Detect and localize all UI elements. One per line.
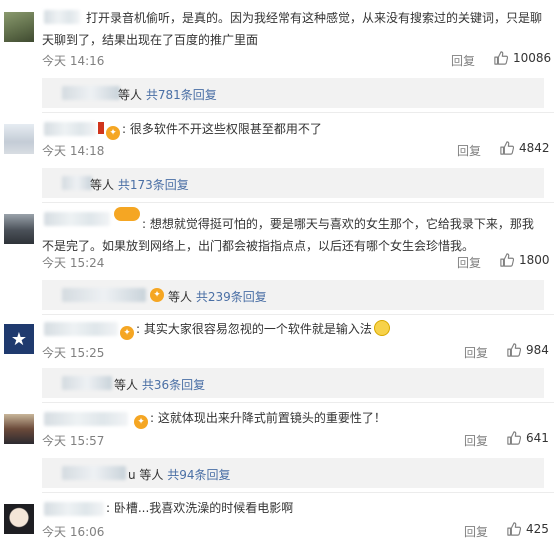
username-obscured [44,412,128,426]
fan-badge-icon: ✦ [134,415,148,429]
sub-replies-bar[interactable]: 等人 共36条回复 [42,368,544,398]
star-logo-icon: ★ [10,328,28,350]
fan-badge-icon: ✦ [150,288,164,302]
sub-replies-prefix: 等人 [114,378,139,392]
avatar[interactable]: ★ [4,324,34,354]
comment-time: 今天 14:16 [42,54,105,68]
like-count: 10086 [513,51,552,65]
replier-names-obscured [62,176,92,190]
sub-replies-prefix: 等人 [90,178,115,192]
thumbs-up-icon [507,522,521,536]
thumbs-up-icon [500,141,514,155]
thumbs-up-icon [507,431,521,445]
sub-replies-bar[interactable]: ✦ 等人 共239条回复 [42,280,544,310]
username-obscured [44,502,104,516]
sub-replies-prefix: u 等人 [128,468,164,482]
comment-text: ✦: 这就体现出来升降式前置镜头的重要性了！ [134,407,544,429]
divider [42,314,554,315]
avatar[interactable] [4,124,34,154]
sub-replies-summary: 等人 共781条回复 [118,86,217,103]
comment-time: 今天 16:06 [42,525,105,539]
username-obscured [44,122,96,136]
sub-replies-prefix: 等人 [168,290,193,304]
fan-badge-icon: ✦ [120,326,134,340]
sub-replies-summary: 等人 共173条回复 [90,176,189,193]
like-button[interactable]: 4842 [500,141,550,155]
sub-replies-summary: u 等人 共94条回复 [128,466,231,483]
like-count: 1800 [519,253,550,267]
comment-time: 今天 15:24 [42,256,105,270]
reply-button[interactable]: 回复 [464,523,488,540]
fan-badge-icon: ✦ [106,126,120,140]
replier-names-obscured [62,466,126,480]
like-button[interactable]: 641 [507,431,549,445]
sub-replies-count-link[interactable]: 共239条回复 [196,290,267,304]
thumbs-up-icon [494,51,508,65]
comment-text: 铁粉: 想想就觉得挺可怕的，要是哪天与喜欢的女生那个，它给我录下来，那我不是完了… [42,207,534,253]
like-button[interactable]: 10086 [494,51,551,65]
like-count: 641 [526,431,549,445]
comment-text: ✦: 很多软件不开这些权限甚至都用不了 [106,118,544,140]
replier-names-obscured [62,288,146,302]
comment-text: : 卧槽...我喜欢洗澡的时候看电影啊 [106,501,294,515]
like-button[interactable]: 425 [507,522,549,536]
reply-button[interactable]: 回复 [464,344,488,361]
sub-replies-summary: 等人 共239条回复 [168,288,267,305]
like-count: 425 [526,522,549,536]
sub-replies-bar[interactable]: u 等人 共94条回复 [42,458,544,488]
divider [42,112,554,113]
comment-time: 今天 15:25 [42,346,105,360]
sub-replies-summary: 等人 共36条回复 [114,376,205,393]
comment-time: 今天 14:18 [42,144,105,158]
avatar[interactable] [4,214,34,244]
replier-names-obscured [62,376,112,390]
thumbs-up-icon [500,253,514,267]
red-badge-icon [98,122,104,134]
avatar[interactable] [4,504,34,534]
like-button[interactable]: 984 [507,343,549,357]
sub-replies-count-link[interactable]: 共36条回复 [142,378,205,392]
comment-time: 今天 15:57 [42,434,105,448]
reply-button[interactable]: 回复 [464,432,488,449]
sub-replies-count-link[interactable]: 共781条回复 [146,88,217,102]
divider [42,492,554,493]
comment-text: ✦: 其实大家很容易忽视的一个软件就是输入法 [120,318,544,340]
emoji-icon [373,320,390,336]
reply-button[interactable]: 回复 [451,52,475,69]
divider [42,402,554,403]
like-count: 984 [526,343,549,357]
reply-button[interactable]: 回复 [457,254,481,271]
replier-names-obscured [62,86,120,100]
sub-replies-count-link[interactable]: 共173条回复 [118,178,189,192]
sub-replies-bar[interactable]: 等人 共173条回复 [42,168,544,198]
sub-replies-count-link[interactable]: 共94条回复 [167,468,230,482]
username-obscured [44,322,118,336]
avatar[interactable] [4,414,34,444]
like-count: 4842 [519,141,550,155]
sub-replies-bar[interactable]: 等人 共781条回复 [42,78,544,108]
divider [42,202,554,203]
thumbs-up-icon [507,343,521,357]
sub-replies-prefix: 等人 [118,88,143,102]
reply-button[interactable]: 回复 [457,142,481,159]
comment-text: 打开录音机偷听，是真的。因为我经常有这种感觉，从来没有搜索过的关键词，只是聊天聊… [42,11,543,47]
like-button[interactable]: 1800 [500,253,550,267]
avatar[interactable] [4,12,34,42]
fan-badge-tag: 铁粉 [114,207,194,232]
